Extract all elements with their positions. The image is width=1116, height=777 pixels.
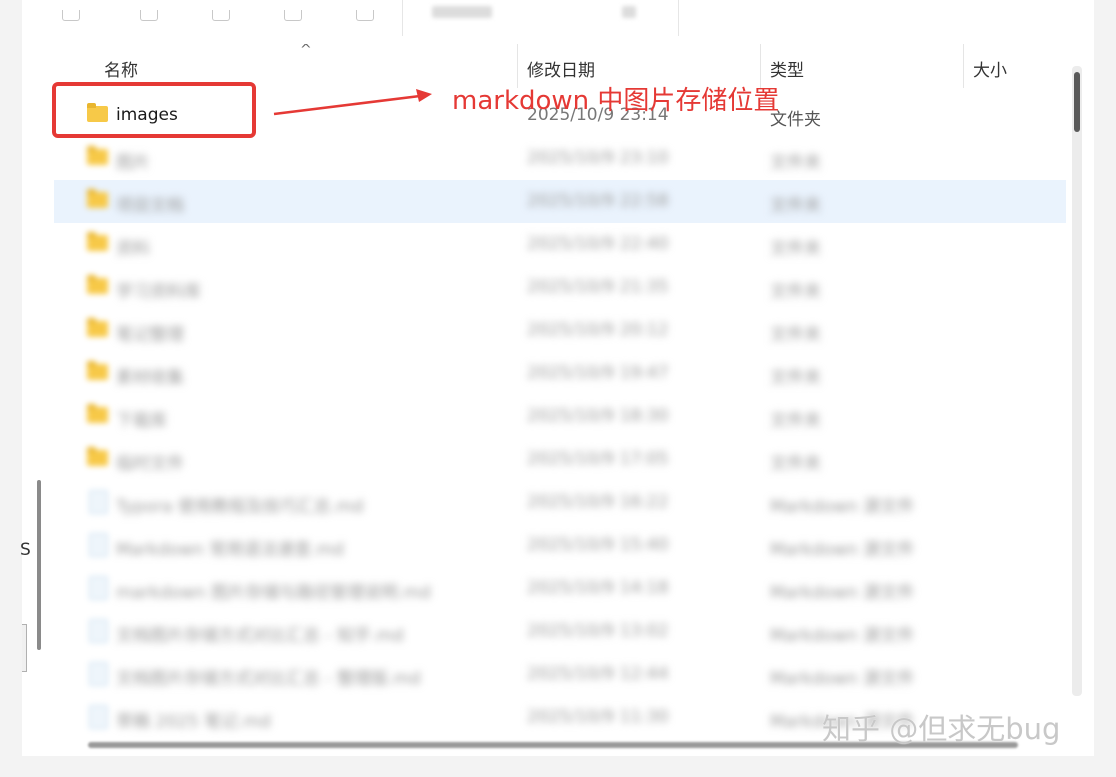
file-type: 文件夹 — [770, 282, 821, 302]
folder-icon — [87, 318, 108, 337]
file-type: 文件夹 — [770, 325, 821, 345]
folder-icon — [87, 361, 108, 380]
folder-icon — [87, 447, 108, 466]
nav-pane-item[interactable] — [22, 624, 27, 672]
file-list-pane: ^ 名称 修改日期 类型 大小 images 2025/10/9 23:14 文… — [54, 44, 1094, 756]
toolbar-item[interactable] — [432, 6, 492, 18]
file-modified: 2025/10/9 19:47 — [527, 363, 669, 383]
file-modified: 2025/10/9 20:12 — [527, 320, 669, 340]
file-modified: 2025/10/9 16:22 — [527, 492, 669, 512]
file-name: 图片 — [116, 153, 150, 173]
toolbar-icon[interactable] — [284, 10, 302, 21]
file-type: 文件夹 — [770, 153, 821, 173]
file-name: 学习资料库 — [116, 282, 201, 302]
file-modified: 2025/10/9 12:44 — [527, 664, 669, 684]
file-name: 文档图片存储方式对比汇总 - 整理版.md — [116, 669, 421, 689]
md-file-icon — [89, 662, 108, 686]
vertical-scrollbar-track[interactable] — [1072, 66, 1082, 696]
annotation-label: markdown 中图片存储位置 — [452, 86, 780, 116]
file-row[interactable]: 下载库 2025/10/9 18:30 文件夹 — [54, 395, 1066, 438]
file-type: 文件夹 — [770, 239, 821, 259]
file-modified: 2025/10/9 21:35 — [527, 277, 669, 297]
folder-icon — [87, 275, 108, 294]
navigation-pane-edge — [22, 44, 54, 756]
file-type: Markdown 源文件 — [770, 669, 915, 689]
annotation-arrow-icon — [273, 89, 432, 116]
file-modified: 2025/10/9 15:40 — [527, 535, 669, 555]
file-name: 文档图片存储方式对比汇总 - 知乎.md — [116, 626, 404, 646]
watermark: 知乎 @但求无bug — [822, 712, 1061, 746]
sort-ascending-icon: ^ — [300, 44, 312, 58]
file-row[interactable]: 文档图片存储方式对比汇总 - 知乎.md 2025/10/9 13:02 Mar… — [54, 610, 1066, 653]
column-header-size[interactable]: 大小 — [973, 56, 1007, 81]
md-file-icon — [89, 490, 108, 514]
file-type: 文件夹 — [770, 454, 821, 474]
file-row[interactable]: markdown 图片存储与路径管理说明.md 2025/10/9 14:18 … — [54, 567, 1066, 610]
folder-icon — [87, 232, 108, 251]
vertical-scrollbar-thumb[interactable] — [1074, 72, 1080, 132]
file-type: Markdown 源文件 — [770, 540, 915, 560]
toolbar — [22, 0, 1094, 45]
toolbar-icon[interactable] — [62, 10, 80, 21]
file-modified: 2025/10/9 11:30 — [527, 707, 669, 727]
annotation-highlight-box — [52, 82, 256, 138]
file-name: markdown 图片存储与路径管理说明.md — [116, 583, 431, 603]
nav-pane-label: S — [20, 540, 31, 560]
file-type: Markdown 源文件 — [770, 497, 915, 517]
file-name: 下载库 — [116, 411, 167, 431]
file-row[interactable]: 项目文档 2025/10/9 22:58 文件夹 — [54, 180, 1066, 223]
folder-icon — [87, 404, 108, 423]
file-name: 项目文档 — [116, 196, 184, 216]
toolbar-separator — [402, 0, 403, 36]
file-name: 临时文件 — [116, 454, 184, 474]
file-name: Markdown 常用语法速查.md — [116, 540, 344, 560]
file-modified: 2025/10/9 23:10 — [527, 148, 669, 168]
column-header-name[interactable]: 名称 — [104, 56, 138, 81]
file-modified: 2025/10/9 17:05 — [527, 449, 669, 469]
nav-scrollbar-thumb[interactable] — [37, 480, 41, 650]
folder-icon — [87, 189, 108, 208]
toolbar-item[interactable] — [622, 6, 636, 18]
file-modified: 2025/10/9 22:58 — [527, 191, 669, 211]
file-name: 笔记整理 — [116, 325, 184, 345]
file-row[interactable]: Markdown 常用语法速查.md 2025/10/9 15:40 Markd… — [54, 524, 1066, 567]
file-name: 素材收集 — [116, 368, 184, 388]
file-type: Markdown 源文件 — [770, 626, 915, 646]
column-header-modified[interactable]: 修改日期 — [527, 56, 595, 81]
file-type: 文件夹 — [770, 368, 821, 388]
file-name: 草稿 2025 笔记.md — [116, 712, 271, 732]
file-type: 文件夹 — [770, 411, 821, 431]
file-name: 资料 — [116, 239, 150, 259]
file-type: 文件夹 — [770, 196, 821, 216]
file-row[interactable]: 文档图片存储方式对比汇总 - 整理版.md 2025/10/9 12:44 Ma… — [54, 653, 1066, 696]
md-file-icon — [89, 533, 108, 557]
column-divider[interactable] — [963, 44, 964, 88]
file-row[interactable]: 资料 2025/10/9 22:40 文件夹 — [54, 223, 1066, 266]
toolbar-icon[interactable] — [212, 10, 230, 21]
file-modified: 2025/10/9 13:02 — [527, 621, 669, 641]
file-type: Markdown 源文件 — [770, 583, 915, 603]
toolbar-icon[interactable] — [140, 10, 158, 21]
toolbar-separator — [678, 0, 679, 36]
md-file-icon — [89, 705, 108, 729]
toolbar-icon[interactable] — [356, 10, 374, 21]
file-row[interactable]: 图片 2025/10/9 23:10 文件夹 — [54, 137, 1066, 180]
file-modified: 2025/10/9 14:18 — [527, 578, 669, 598]
column-header-type[interactable]: 类型 — [770, 56, 804, 81]
file-row[interactable]: 学习资料库 2025/10/9 21:35 文件夹 — [54, 266, 1066, 309]
file-row[interactable]: Typora 使用教程及技巧汇总.md 2025/10/9 16:22 Mark… — [54, 481, 1066, 524]
file-row[interactable]: 临时文件 2025/10/9 17:05 文件夹 — [54, 438, 1066, 481]
folder-icon — [87, 146, 108, 165]
md-file-icon — [89, 576, 108, 600]
file-modified: 2025/10/9 22:40 — [527, 234, 669, 254]
file-row[interactable]: 素材收集 2025/10/9 19:47 文件夹 — [54, 352, 1066, 395]
file-modified: 2025/10/9 18:30 — [527, 406, 669, 426]
md-file-icon — [89, 619, 108, 643]
file-row[interactable]: 笔记整理 2025/10/9 20:12 文件夹 — [54, 309, 1066, 352]
file-name: Typora 使用教程及技巧汇总.md — [116, 497, 364, 517]
